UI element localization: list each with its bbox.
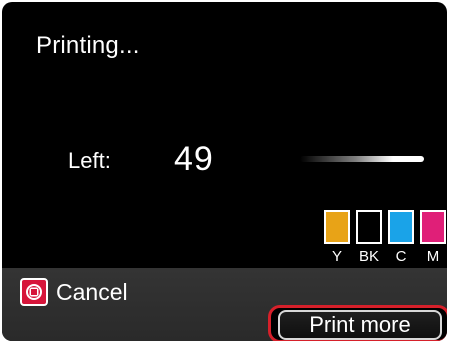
stop-icon <box>20 278 48 306</box>
cancel-label: Cancel <box>56 278 128 305</box>
remaining-value: 49 <box>174 140 214 178</box>
progress-fill <box>300 156 424 162</box>
ink-tank-y <box>324 210 350 244</box>
ink-level-panel: Y BK C M <box>324 210 447 270</box>
ink-tank-m <box>420 210 446 244</box>
printer-display: Printing... Left: 49 Y BK C M Cancel Pri… <box>2 2 447 341</box>
footer-bar: Cancel Print more <box>2 268 447 341</box>
ink-tank-c <box>388 210 414 244</box>
status-title: Printing... <box>36 32 140 59</box>
ink-label-m: M <box>426 248 440 265</box>
ink-label-bk: BK <box>358 248 379 265</box>
ink-label-c: C <box>395 248 407 265</box>
cancel-button[interactable]: Cancel <box>20 277 128 307</box>
ink-tank-bk <box>356 210 382 244</box>
remaining-label: Left: <box>68 148 111 173</box>
progress-bar <box>300 152 424 166</box>
ink-label-y: Y <box>331 248 342 265</box>
print-more-button[interactable]: Print more <box>278 310 442 340</box>
